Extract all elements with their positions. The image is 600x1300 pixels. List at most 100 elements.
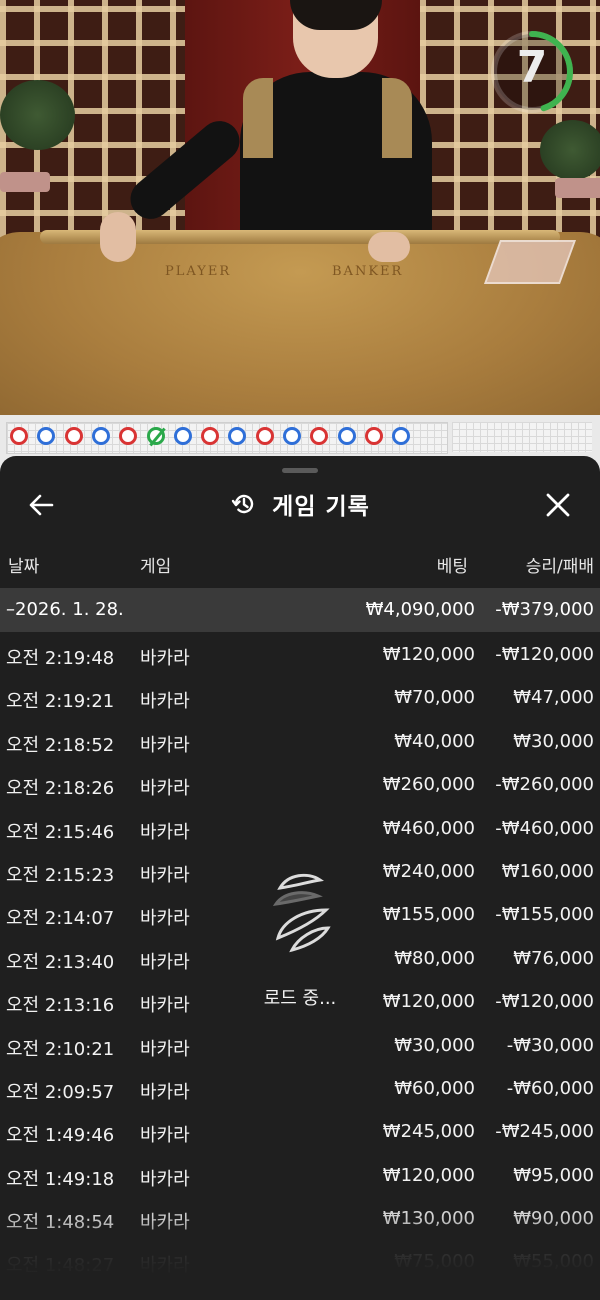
road-result-red	[255, 427, 274, 445]
history-row[interactable]: 오전 1:49:46 바카라 ₩245,000 -₩245,000	[0, 1111, 600, 1154]
sheet-header: 게임 기록	[0, 478, 600, 530]
row-time: 오전 1:49:46	[6, 1125, 115, 1147]
history-row[interactable]: 오전 2:15:46 바카라 ₩460,000 -₩460,000	[0, 808, 600, 851]
dealer-hand-right	[368, 232, 410, 262]
loading-spinner-icon	[272, 873, 331, 953]
road-result-tie	[146, 427, 165, 445]
table-header: 날짜 게임 베팅 승리/패배	[0, 552, 600, 580]
row-game: 바카라	[140, 995, 190, 1017]
bonsai-left	[0, 80, 75, 150]
history-row[interactable]: 오전 2:10:21 바카라 ₩30,000 -₩30,000	[0, 1025, 600, 1068]
back-button[interactable]	[22, 488, 62, 522]
row-game: 바카라	[140, 1125, 190, 1147]
history-row[interactable]: 오전 1:49:18 바카라 ₩120,000 ₩95,000	[0, 1155, 600, 1198]
loading-indicator: 로드 중...	[250, 866, 350, 1016]
card-shoe	[483, 240, 577, 284]
bonsai-pot-right	[555, 178, 600, 198]
row-game: 바카라	[140, 951, 190, 973]
close-icon	[546, 493, 570, 517]
history-row[interactable]: 오전 2:18:26 바카라 ₩260,000 -₩260,000	[0, 764, 600, 807]
row-game: 바카라	[140, 778, 190, 800]
row-result: -₩460,000	[495, 817, 594, 839]
row-result: -₩120,000	[495, 991, 594, 1013]
bonsai-pot-left	[0, 172, 50, 192]
column-date: 날짜	[8, 557, 40, 577]
row-bet: ₩120,000	[382, 991, 475, 1013]
road-result-blue	[37, 427, 56, 445]
history-row[interactable]: 오전 2:19:21 바카라 ₩70,000 ₩47,000	[0, 677, 600, 720]
row-bet: ₩40,000	[394, 730, 475, 752]
bonsai-right	[540, 120, 600, 180]
row-bet: ₩245,000	[382, 1121, 475, 1143]
row-time: 오전 2:18:52	[6, 734, 115, 756]
road-result-blue	[228, 427, 247, 445]
row-result: -₩245,000	[495, 1121, 594, 1143]
row-time: 오전 2:09:57	[6, 1081, 115, 1103]
player-zone-label: PLAYER	[165, 264, 232, 279]
road-result-red	[64, 427, 83, 445]
countdown-number: 7	[516, 42, 548, 93]
row-result: ₩95,000	[513, 1164, 594, 1186]
road-result-blue	[283, 427, 301, 445]
row-bet: ₩30,000	[394, 1034, 475, 1056]
row-bet: ₩70,000	[394, 687, 475, 709]
row-result: -₩260,000	[495, 774, 594, 796]
row-bet: ₩155,000	[382, 904, 475, 926]
row-result: -₩60,000	[506, 1077, 594, 1099]
row-time: 오전 2:19:21	[6, 691, 115, 713]
back-arrow-icon	[29, 494, 54, 516]
history-row[interactable]: 오전 2:19:48 바카라 ₩120,000 -₩120,000	[0, 634, 600, 677]
road-result-blue	[173, 427, 192, 445]
row-result: -₩155,000	[495, 904, 594, 926]
day-summary-date: –2026. 1. 28.	[6, 599, 124, 620]
road-result-red	[310, 427, 329, 445]
row-game: 바카라	[140, 691, 190, 713]
road-result-red	[10, 427, 28, 445]
dealer-vest-left	[243, 78, 273, 158]
loading-text: 로드 중...	[263, 988, 337, 1009]
road-result-red	[364, 427, 383, 445]
row-result: -₩30,000	[506, 1034, 594, 1056]
history-row[interactable]: 오전 2:09:57 바카라 ₩60,000 -₩60,000	[0, 1068, 600, 1111]
live-dealer-video: PLAYER BANKER 7	[0, 0, 600, 415]
column-result: 승리/패배	[525, 557, 594, 577]
row-time: 오전 2:14:07	[6, 908, 115, 930]
row-game: 바카라	[140, 648, 190, 669]
row-result: -₩120,000	[495, 644, 594, 665]
road-result-red	[119, 427, 138, 445]
row-time: 오전 2:13:16	[6, 995, 115, 1017]
row-bet: ₩260,000	[382, 774, 475, 796]
bead-road[interactable]	[6, 422, 448, 454]
day-summary-result: -₩379,000	[495, 599, 594, 620]
row-time: 오전 2:15:23	[6, 864, 115, 886]
row-bet: ₩120,000	[382, 1164, 475, 1186]
history-row[interactable]: 오전 2:18:52 바카라 ₩40,000 ₩30,000	[0, 721, 600, 764]
close-button[interactable]	[538, 488, 578, 522]
row-game: 바카라	[140, 908, 190, 930]
row-game: 바카라	[140, 1081, 190, 1103]
row-result: ₩160,000	[501, 860, 594, 882]
big-road-grid[interactable]	[452, 422, 592, 452]
row-result: ₩47,000	[513, 687, 594, 709]
row-time: 오전 2:18:26	[6, 778, 115, 800]
game-history-sheet: 게임 기록 날짜 게임 베팅 승리/패배 –2026. 1. 28. ₩4,09…	[0, 456, 600, 1300]
row-game: 바카라	[140, 734, 190, 756]
row-result: ₩30,000	[513, 730, 594, 752]
sheet-drag-handle[interactable]	[282, 468, 318, 473]
row-bet: ₩80,000	[394, 947, 475, 969]
column-game: 게임	[140, 557, 172, 577]
row-time: 오전 2:10:21	[6, 1038, 115, 1060]
dealer-hand-left	[100, 212, 136, 262]
row-time: 오전 2:19:48	[6, 648, 115, 669]
row-bet: ₩120,000	[382, 644, 475, 665]
column-bet: 베팅	[436, 557, 468, 577]
row-game: 바카라	[140, 1038, 190, 1060]
day-summary-bet: ₩4,090,000	[365, 599, 475, 620]
sheet-title: 게임 기록	[272, 494, 370, 520]
day-summary-row[interactable]: –2026. 1. 28. ₩4,090,000 -₩379,000	[0, 588, 600, 632]
row-result: ₩76,000	[513, 947, 594, 969]
row-time: 오전 2:13:40	[6, 951, 115, 973]
bet-countdown-timer: 7	[490, 20, 580, 124]
row-time: 오전 2:15:46	[6, 821, 115, 843]
row-game: 바카라	[140, 821, 190, 843]
